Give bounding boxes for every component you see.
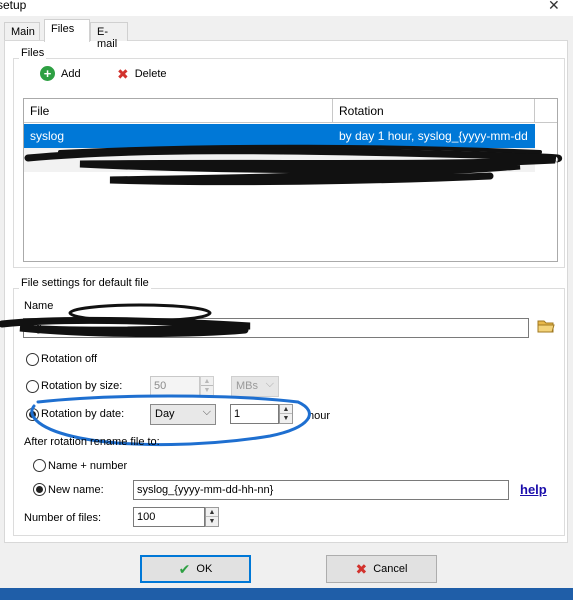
ok-label: OK (196, 563, 213, 575)
cancel-button[interactable]: ✖ Cancel (326, 555, 437, 583)
files-list-header (24, 99, 557, 123)
settings-group-title: File settings for default file (19, 277, 151, 289)
add-button[interactable]: + Add (40, 66, 81, 81)
tab-email[interactable]: E-mail (90, 22, 128, 50)
number-files-label: Number of files: (24, 512, 102, 524)
new-name-radio[interactable] (33, 483, 46, 496)
tab-email-label: E-mail (97, 26, 118, 50)
redaction-scribble (0, 303, 251, 337)
tab-main-label: Main (11, 26, 35, 38)
close-icon: ✖ (355, 560, 368, 577)
column-header-rotation[interactable]: Rotation (339, 104, 384, 118)
chevron-down-icon: ⌵ (265, 378, 274, 390)
redaction-scribble (24, 144, 563, 186)
ok-button[interactable]: ✔ OK (140, 555, 251, 583)
new-name-label: New name: (48, 484, 104, 496)
rotation-off-label: Rotation off (41, 353, 98, 365)
column-divider (534, 99, 535, 123)
files-group-title: Files (19, 47, 47, 59)
number-files-stepper[interactable]: ▲ ▼ (205, 507, 219, 527)
check-icon: ✔ (178, 560, 191, 577)
delete-icon: ✖ (117, 66, 129, 82)
column-header-file[interactable]: File (30, 104, 49, 118)
background-window-strip (0, 588, 573, 600)
add-icon: + (40, 66, 55, 81)
number-files-input[interactable] (133, 507, 205, 527)
name-number-label: Name + number (48, 460, 128, 472)
delete-label: Delete (134, 68, 167, 80)
title-bar (0, 0, 573, 16)
rotation-size-label: Rotation by size: (41, 380, 123, 392)
tab-main[interactable]: Main (4, 22, 40, 41)
tab-files-label: Files (51, 23, 75, 35)
tab-files[interactable]: Files (44, 19, 90, 42)
window-title: setup (0, 0, 27, 12)
add-label: Add (61, 67, 81, 80)
cancel-label: Cancel (373, 563, 408, 575)
column-divider (332, 99, 333, 123)
new-name-input[interactable] (133, 480, 509, 500)
after-rotation-label: After rotation rename file to: (24, 436, 160, 448)
delete-button[interactable]: ✖ Delete (117, 67, 167, 81)
help-link[interactable]: help (520, 482, 547, 497)
close-window-button[interactable]: ✕ (548, 0, 560, 14)
rotation-off-radio[interactable] (26, 353, 39, 366)
size-unit-value: MBs (236, 380, 258, 392)
folder-icon[interactable] (537, 318, 555, 334)
name-number-radio[interactable] (33, 459, 46, 472)
